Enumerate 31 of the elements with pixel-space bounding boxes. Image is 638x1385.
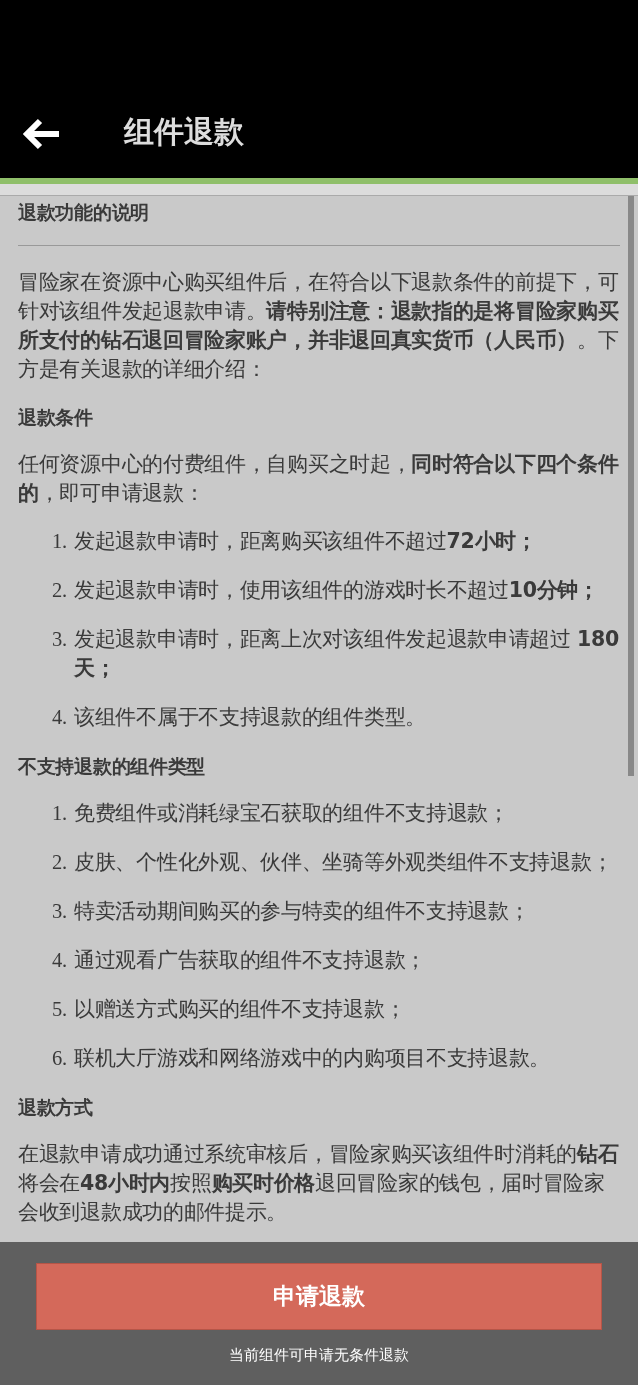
apply-refund-button[interactable]: 申请退款 (36, 1263, 602, 1330)
page-title: 组件退款 (124, 114, 244, 150)
section-heading: 退款方式 (18, 1095, 94, 1120)
list-item-text: 通过观看广告获取的组件不支持退款； (74, 947, 426, 974)
list-item-text: 发起退款申请时，距离购买该组件不超过72小时； (74, 528, 537, 555)
refund-note: 当前组件可申请无条件退款 (229, 1345, 409, 1366)
list-item-text: 以赠送方式购买的组件不支持退款； (74, 996, 406, 1023)
list-number: 5. (52, 997, 68, 1022)
paragraph: 在退款申请成功通过系统审核后，冒险家购买该组件时消耗的钻石将会在48小时内按照购买时价格退回冒险家的钱包，届时冒险家会收到退款成功的邮件提示。 (18, 1141, 620, 1226)
list-item-text: 联机大厅游戏和网络游戏中的内购项目不支持退款。 (74, 1045, 551, 1072)
list-item-text: 发起退款申请时，使用该组件的游戏时长不超过10分钟； (74, 577, 599, 604)
list-number: 4. (52, 705, 68, 730)
list-number: 3. (52, 627, 68, 652)
list-number: 1. (52, 801, 68, 826)
list-item-text: 该组件不属于不支持退款的组件类型。 (74, 704, 426, 731)
section-heading: 退款功能的说明 (18, 200, 150, 225)
section-heading: 不支持退款的组件类型 (18, 754, 206, 779)
list-item-text: 发起退款申请时，距离上次对该组件发起退款申请超过 180天； (74, 626, 620, 682)
list-number: 2. (52, 850, 68, 875)
list-number: 4. (52, 948, 68, 973)
section-heading: 退款条件 (18, 405, 94, 430)
paragraph: 冒险家在资源中心购买组件后，在符合以下退款条件的前提下，可针对该组件发起退款申请。请特别注意：退款指的是将冒险家购买所支付的钻石退回冒险家账户，并非退回真实货币（人民币）。下方是有关退款的详细介绍： (18, 269, 620, 383)
paragraph: 任何资源中心的付费组件，自购买之时起，同时符合以下四个条件的，即可申请退款： (18, 451, 620, 507)
list-number: 3. (52, 899, 68, 924)
list-number: 1. (52, 529, 68, 554)
list-number: 2. (52, 578, 68, 603)
back-arrow-icon[interactable] (22, 118, 62, 150)
list-item-text: 特卖活动期间购买的参与特卖的组件不支持退款； (74, 898, 530, 925)
list-number: 6. (52, 1046, 68, 1071)
list-item-text: 免费组件或消耗绿宝石获取的组件不支持退款； (74, 800, 509, 827)
list-item-text: 皮肤、个性化外观、伙伴、坐骑等外观类组件不支持退款； (74, 849, 613, 876)
